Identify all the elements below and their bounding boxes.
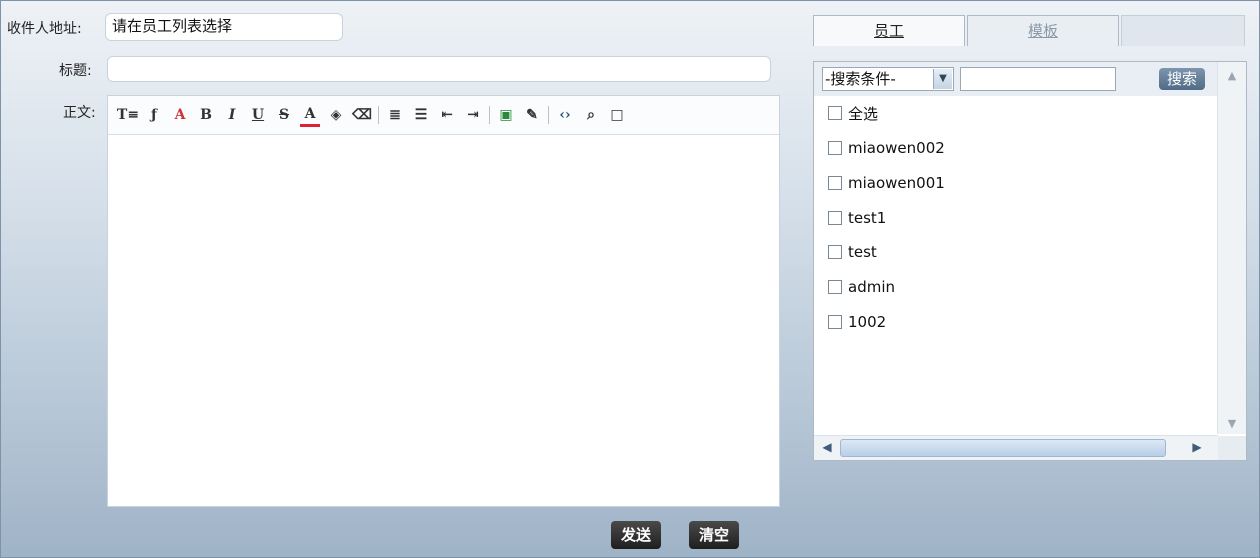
employee-checkbox[interactable] <box>828 315 842 329</box>
font-family-icon[interactable]: ƒ <box>144 105 164 125</box>
scroll-right-icon[interactable]: ▶ <box>1188 438 1206 456</box>
editor-body[interactable] <box>108 135 779 506</box>
list-item[interactable]: miaowen001 <box>828 168 945 198</box>
window-frame: 收件人地址: 请在员工列表选择 标题: 正文: T≡ ƒ A B I U S A ◈ ⌫ ≣ ☰ ⇤ ⇥ ▣… <box>0 0 1260 558</box>
ordered-list-icon[interactable]: ≣ <box>385 105 405 125</box>
scroll-up-icon[interactable]: ▲ <box>1218 66 1246 86</box>
clear-button[interactable]: 清空 <box>689 521 740 549</box>
editor-toolbar: T≡ ƒ A B I U S A ◈ ⌫ ≣ ☰ ⇤ ⇥ ▣ ✎ ‹› ⌕ □ <box>108 96 779 135</box>
toolbar-separator <box>489 106 490 124</box>
chevron-down-icon[interactable]: ▼ <box>933 69 952 89</box>
indent-icon[interactable]: ⇥ <box>463 105 483 125</box>
scrollbar-corner <box>1218 436 1246 460</box>
employee-checkbox[interactable] <box>828 141 842 155</box>
search-condition-select[interactable]: -搜索条件- ▼ <box>822 67 954 91</box>
body-label: 正文: <box>63 105 96 121</box>
subject-field[interactable] <box>107 56 771 82</box>
employee-name: test1 <box>848 209 887 227</box>
employee-name: miaowen001 <box>848 174 945 192</box>
employee-name: admin <box>848 278 895 296</box>
unordered-list-icon[interactable]: ☰ <box>411 105 431 125</box>
source-code-icon[interactable]: ‹› <box>555 105 575 125</box>
toolbar-separator <box>378 106 379 124</box>
list-item[interactable]: test <box>828 237 877 267</box>
bold-icon[interactable]: B <box>196 105 216 125</box>
font-size-icon[interactable]: T≡ <box>117 105 139 125</box>
scroll-down-icon[interactable]: ▼ <box>1218 414 1246 434</box>
vertical-scrollbar[interactable]: ▲ ▼ <box>1217 62 1246 434</box>
select-all-checkbox[interactable] <box>828 106 842 120</box>
list-item[interactable]: miaowen002 <box>828 133 945 163</box>
tab-filler <box>1121 15 1245 46</box>
employee-panel: -搜索条件- ▼ 搜索 全选 miaowen002 miaowen001 tes… <box>813 61 1247 461</box>
employee-name: 1002 <box>848 313 887 331</box>
underline-icon[interactable]: U <box>248 105 268 125</box>
eraser-icon[interactable]: ⌫ <box>352 105 372 125</box>
outdent-icon[interactable]: ⇤ <box>437 105 457 125</box>
fullscreen-icon[interactable]: □ <box>607 105 627 125</box>
select-all-label: 全选 <box>848 104 879 123</box>
tab-employees[interactable]: 员工 <box>813 15 965 46</box>
select-all-item[interactable]: 全选 <box>828 98 878 128</box>
italic-icon[interactable]: I <box>222 105 242 125</box>
text-style-icon[interactable]: A <box>170 105 190 125</box>
scroll-left-icon[interactable]: ◀ <box>818 438 836 456</box>
strikethrough-icon[interactable]: S <box>274 105 294 125</box>
font-color-icon[interactable]: A <box>300 104 320 127</box>
tab-bar: 员工 模板 <box>813 15 1247 47</box>
employee-checkbox[interactable] <box>828 211 842 225</box>
search-button[interactable]: 搜索 <box>1159 68 1205 90</box>
tab-templates[interactable]: 模板 <box>967 15 1119 46</box>
preview-icon[interactable]: ⌕ <box>581 105 601 125</box>
employee-checkbox[interactable] <box>828 176 842 190</box>
recipient-field[interactable]: 请在员工列表选择 <box>105 13 343 41</box>
horizontal-scrollbar[interactable]: ◀ ▶ <box>814 435 1218 460</box>
search-input[interactable] <box>960 67 1116 91</box>
insert-image-icon[interactable]: ▣ <box>496 105 516 125</box>
employee-name: test <box>848 243 877 261</box>
search-bar: -搜索条件- ▼ 搜索 <box>814 62 1218 96</box>
employee-name: miaowen002 <box>848 139 945 157</box>
toolbar-separator <box>548 106 549 124</box>
rich-text-editor[interactable]: T≡ ƒ A B I U S A ◈ ⌫ ≣ ☰ ⇤ ⇥ ▣ ✎ ‹› ⌕ □ <box>107 95 780 507</box>
list-item[interactable]: test1 <box>828 203 886 233</box>
search-condition-value: -搜索条件- <box>825 70 896 88</box>
employee-checkbox[interactable] <box>828 280 842 294</box>
employee-checkbox[interactable] <box>828 245 842 259</box>
list-item[interactable]: admin <box>828 272 895 302</box>
send-button[interactable]: 发送 <box>611 521 662 549</box>
subject-label: 标题: <box>59 63 92 79</box>
recipient-label: 收件人地址: <box>7 21 82 37</box>
highlight-color-icon[interactable]: ◈ <box>326 105 346 125</box>
list-item[interactable]: 1002 <box>828 307 886 337</box>
scroll-thumb[interactable] <box>840 439 1166 457</box>
edit-icon[interactable]: ✎ <box>522 105 542 125</box>
